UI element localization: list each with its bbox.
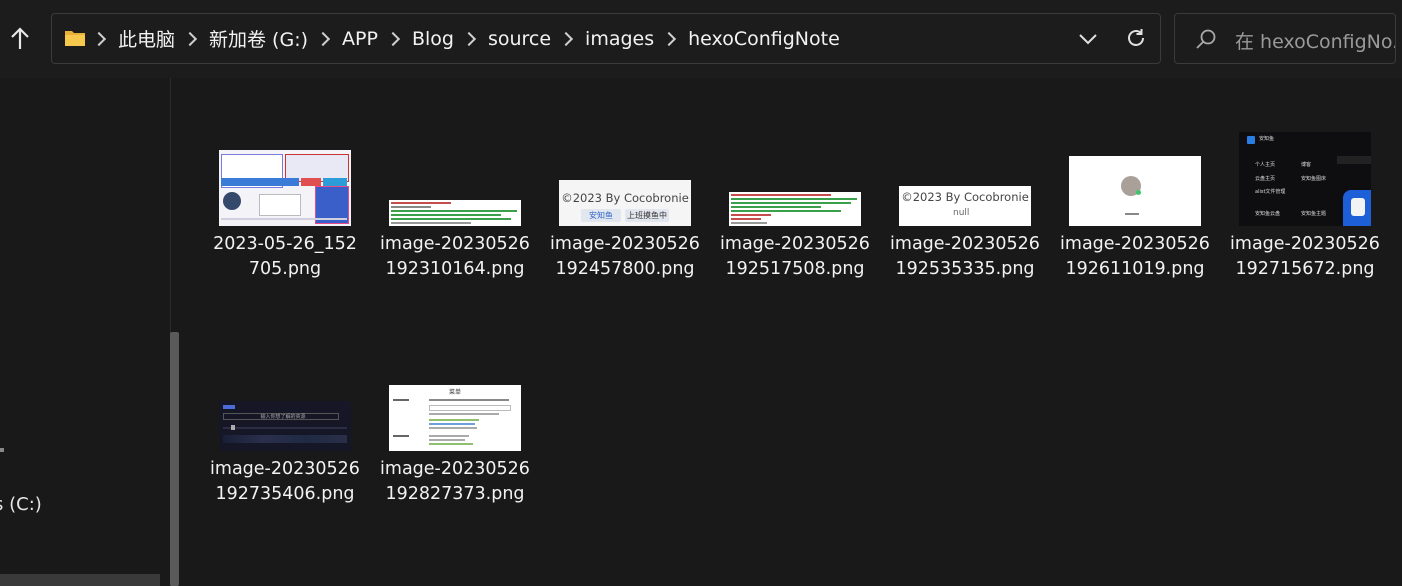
file-thumbnail [219, 150, 351, 226]
file-view: 2023-05-26_152705.png image-202305261923… [190, 78, 1402, 586]
file-name: image-20230526192535335.png [890, 234, 1040, 279]
breadcrumb: 此电脑 新加卷 (G:) APP Blog source images hexo… [91, 14, 840, 63]
file-name: image-20230526192611019.png [1060, 234, 1210, 279]
breadcrumb-item-drive[interactable]: 新加卷 (G:) [209, 25, 308, 52]
file-name: image-20230526192457800.png [550, 234, 700, 279]
file-thumbnail: ©2023 By Cocobronie null [899, 186, 1031, 226]
nav-fragment [0, 448, 4, 452]
nav-item-drive-c[interactable]: s (C:) [0, 494, 42, 515]
chevron-right-icon[interactable] [558, 31, 574, 46]
breadcrumb-item-current[interactable]: hexoConfigNote [688, 28, 840, 50]
refresh-icon[interactable] [1124, 26, 1148, 50]
chevron-right-icon[interactable] [182, 31, 198, 46]
navigation-pane: s (C:) ) [0, 78, 160, 586]
search-box[interactable]: 在 hexoConfigNo... [1174, 13, 1396, 64]
address-bar[interactable]: 此电脑 新加卷 (G:) APP Blog source images hexo… [51, 13, 1161, 64]
search-input[interactable]: 在 hexoConfigNo... [1235, 27, 1395, 54]
file-thumbnail: 菜单 [389, 385, 521, 451]
breadcrumb-item-images[interactable]: images [585, 28, 654, 50]
breadcrumb-item-this-pc[interactable]: 此电脑 [118, 25, 175, 52]
file-thumbnail [729, 192, 861, 226]
title-toolbar: 此电脑 新加卷 (G:) APP Blog source images hexo… [0, 0, 1402, 78]
nav-scrollbar[interactable] [160, 78, 190, 586]
file-thumbnail [1069, 156, 1201, 226]
scrollbar-thumb[interactable] [170, 332, 179, 586]
breadcrumb-item-blog[interactable]: Blog [412, 28, 454, 50]
up-button[interactable] [4, 22, 36, 56]
search-icon [1196, 29, 1216, 49]
file-name: image-20230526192715672.png [1230, 234, 1380, 279]
file-name: image-20230526192310164.png [380, 234, 530, 279]
chevron-right-icon[interactable] [315, 31, 331, 46]
file-thumbnail [389, 200, 521, 226]
chevron-right-icon[interactable] [385, 31, 401, 46]
file-thumbnail: 安知鱼 个人主页 博客 云盘主页 安知鱼图床 alist文件管理 安知鱼云盘 安… [1239, 132, 1371, 226]
file-name: image-20230526192517508.png [720, 234, 870, 279]
chevron-right-icon[interactable] [461, 31, 477, 46]
chevron-right-icon[interactable] [662, 31, 677, 46]
file-name: image-20230526192827373.png [380, 459, 530, 504]
folder-icon [65, 31, 85, 46]
nav-item-drive[interactable]: ) [0, 540, 1, 561]
file-name: 2023-05-26_152705.png [213, 234, 357, 279]
breadcrumb-item-app[interactable]: APP [342, 28, 378, 50]
nav-item-selected[interactable] [0, 574, 160, 586]
chevron-down-icon[interactable] [1078, 28, 1098, 50]
file-thumbnail: ©2023 By Cocobronie 安知鱼 上班摸鱼中 [559, 180, 691, 226]
file-name: image-20230526192735406.png [210, 459, 360, 504]
chevron-right-icon[interactable] [91, 31, 107, 46]
file-thumbnail: 输入你想了解的资源 [219, 401, 351, 451]
breadcrumb-item-source[interactable]: source [488, 28, 551, 50]
arrow-up-icon [11, 27, 29, 49]
